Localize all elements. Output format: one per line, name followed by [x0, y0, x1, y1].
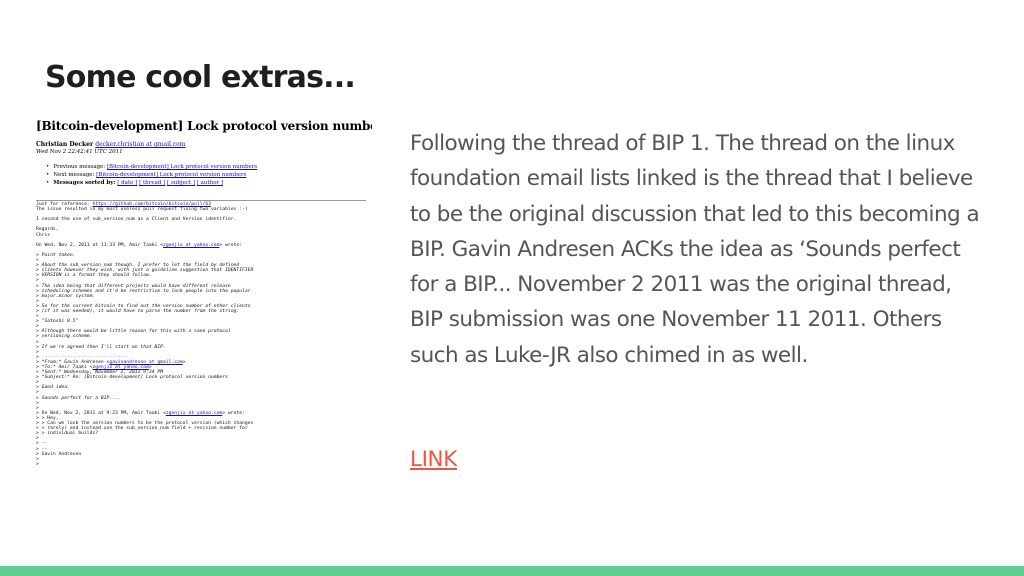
- nav-next: Next message: [Bitcoin-development] Lock…: [46, 171, 257, 179]
- nav-next-label: Next message:: [53, 172, 97, 178]
- email-body: Just for reference: https://github.com/b…: [36, 202, 254, 467]
- sort-thread-link[interactable]: [ thread ]: [139, 180, 165, 186]
- email-divider: [36, 200, 366, 201]
- sorted-by-label: Messages sorted by:: [53, 180, 116, 186]
- author-name: Christian Decker: [36, 141, 94, 148]
- sort-author-link[interactable]: [ author ]: [197, 180, 223, 186]
- sort-subject-link[interactable]: [ subject ]: [167, 180, 195, 186]
- bottom-accent-bar: [0, 566, 1024, 576]
- sort-date-link[interactable]: [ date ]: [117, 180, 137, 186]
- author-address-link[interactable]: decker.christian at gmail.com: [95, 141, 185, 148]
- thread-link[interactable]: LINK: [410, 447, 457, 472]
- email-date: Wed Nov 2 22:42:41 UTC 2011: [36, 149, 123, 155]
- nav-previous: Previous message: [Bitcoin-development] …: [46, 163, 257, 171]
- nav-previous-link[interactable]: [Bitcoin-development] Lock protocol vers…: [107, 164, 257, 170]
- email-nav-list: Previous message: [Bitcoin-development] …: [46, 163, 257, 187]
- nav-previous-label: Previous message:: [53, 164, 107, 170]
- slide-title: Some cool extras...: [45, 60, 356, 95]
- quote-header-link[interactable]: zgenjix at yahoo.com: [163, 243, 219, 248]
- nav-sorted-by: Messages sorted by: [ date ] [ thread ] …: [46, 179, 257, 187]
- email-screenshot: [Bitcoin-development] Lock protocol vers…: [36, 117, 372, 547]
- email-subject: [Bitcoin-development] Lock protocol vers…: [36, 119, 372, 133]
- inner-header-link[interactable]: zgenjix at yahoo.com: [166, 411, 222, 416]
- email-author: Christian Decker decker.christian at gma…: [36, 141, 185, 148]
- thread-description: Following the thread of BIP 1. The threa…: [410, 131, 980, 368]
- nav-next-link[interactable]: [Bitcoin-development] Lock protocol vers…: [96, 172, 246, 178]
